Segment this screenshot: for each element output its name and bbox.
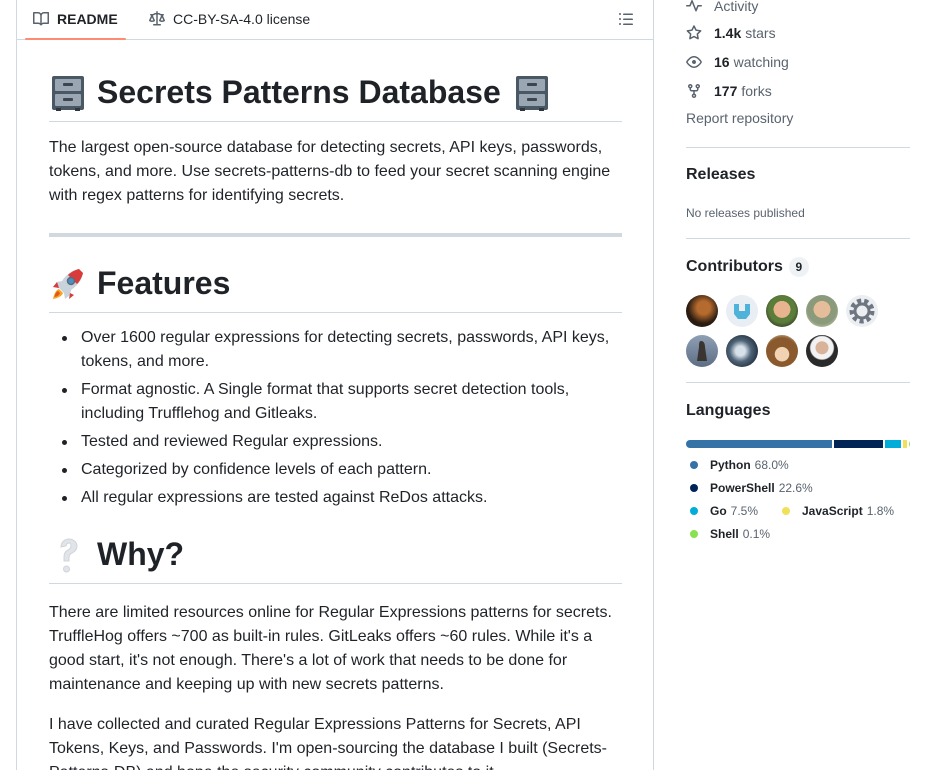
forks-link[interactable]: 177 forks (686, 81, 772, 101)
avatar[interactable] (686, 335, 718, 367)
language-bar-segment (686, 440, 833, 448)
avatar[interactable] (766, 335, 798, 367)
languages-bar (686, 440, 910, 448)
list-item: Format agnostic. A Single format that su… (49, 378, 622, 426)
avatar[interactable] (726, 335, 758, 367)
languages-heading-text: Languages (686, 402, 771, 419)
file-cabinet-icon (49, 74, 87, 112)
rocket-icon (49, 265, 87, 303)
readme-panel: README CC-BY-SA-4.0 license Secrets Patt… (16, 0, 654, 770)
language-percent: 0.1% (742, 527, 771, 541)
avatar[interactable] (846, 295, 878, 327)
activity-label: Activity (714, 0, 759, 14)
forks-count: 177 (714, 83, 738, 99)
watchers-link[interactable]: 16 watching (686, 52, 789, 72)
law-icon (149, 10, 165, 25)
list-item: Categorized by confidence levels of each… (49, 458, 622, 482)
language-color-dot (690, 461, 698, 469)
why-paragraph-2: I have collected and curated Regular Exp… (49, 716, 607, 770)
tab-readme-label: README (57, 10, 118, 27)
watching-count: 16 (714, 54, 730, 70)
watching-label: watching (733, 54, 789, 70)
no-releases-text: No releases published (686, 206, 805, 220)
language-javascript[interactable]: JavaScript 1.8% (782, 504, 894, 518)
readme-title-text: Secrets Patterns Database (97, 74, 501, 110)
language-percent: 68.0% (754, 458, 789, 472)
horizontal-rule (49, 233, 622, 237)
language-color-dot (690, 484, 698, 492)
activity-link[interactable]: Activity (686, 0, 758, 16)
gear-icon (849, 298, 875, 324)
tab-license-label: CC-BY-SA-4.0 license (173, 10, 311, 27)
language-bar-segment (885, 440, 902, 448)
divider (686, 382, 910, 383)
stars-link[interactable]: 1.4k stars (686, 23, 776, 43)
avatar[interactable] (806, 295, 838, 327)
question-mark-icon (49, 536, 87, 574)
language-name: JavaScript (802, 504, 863, 518)
eye-icon (686, 56, 702, 68)
list-unordered-icon (619, 13, 633, 25)
language-python[interactable]: Python 68.0% (690, 458, 789, 472)
releases-heading-text: Releases (686, 166, 756, 183)
star-icon (686, 25, 702, 40)
list-item: Over 1600 regular expressions for detect… (49, 326, 622, 374)
language-name: Shell (710, 527, 739, 541)
language-name: Go (710, 504, 727, 518)
language-color-dot (782, 507, 790, 515)
language-bar-segment (834, 440, 883, 448)
contributors-heading[interactable]: Contributors 9 (686, 257, 809, 277)
list-item: All regular expressions are tested again… (49, 486, 622, 510)
avatar[interactable] (806, 335, 838, 367)
language-name: PowerShell (710, 481, 775, 495)
language-color-dot (690, 530, 698, 538)
contributors-heading-text: Contributors (686, 258, 783, 275)
features-heading-text: Features (97, 265, 231, 301)
readme-title: Secrets Patterns Database (49, 70, 622, 122)
why-heading: Why? (49, 532, 622, 584)
stars-label: stars (745, 25, 776, 41)
book-icon (33, 11, 49, 25)
language-shell[interactable]: Shell 0.1% (690, 527, 770, 541)
language-percent: 7.5% (730, 504, 759, 518)
divider (686, 238, 910, 239)
file-cabinet-icon (513, 74, 551, 112)
language-color-dot (690, 507, 698, 515)
features-list: Over 1600 regular expressions for detect… (49, 326, 622, 514)
avatar[interactable] (766, 295, 798, 327)
language-name: Python (710, 458, 751, 472)
pulse-icon (686, 0, 702, 12)
tab-readme[interactable]: README (25, 0, 126, 40)
repo-forked-icon (688, 84, 700, 99)
language-percent: 1.8% (866, 504, 895, 518)
languages-heading: Languages (686, 402, 770, 420)
list-item: Tested and reviewed Regular expressions. (49, 430, 622, 454)
language-bar-segment (903, 440, 907, 448)
divider (686, 147, 910, 148)
language-go[interactable]: Go 7.5% (690, 504, 758, 518)
readme-intro: The largest open-source database for det… (49, 139, 611, 204)
contributors-count: 9 (788, 257, 809, 277)
tab-license[interactable]: CC-BY-SA-4.0 license (141, 0, 318, 39)
readme-tabs: README CC-BY-SA-4.0 license (17, 0, 653, 40)
stars-count: 1.4k (714, 25, 742, 41)
avatar[interactable] (686, 295, 718, 327)
avatar[interactable] (726, 295, 758, 327)
language-bar-segment (908, 440, 910, 448)
why-heading-text: Why? (97, 536, 185, 572)
forks-label: forks (741, 83, 772, 99)
language-percent: 22.6% (778, 481, 813, 495)
outline-button[interactable] (615, 8, 637, 30)
features-heading: Features (49, 261, 622, 313)
why-paragraph-1: There are limited resources online for R… (49, 604, 612, 693)
releases-heading[interactable]: Releases (686, 166, 755, 184)
language-powershell[interactable]: PowerShell 22.6% (690, 481, 813, 495)
report-repository-link[interactable]: Report repository (686, 110, 793, 126)
